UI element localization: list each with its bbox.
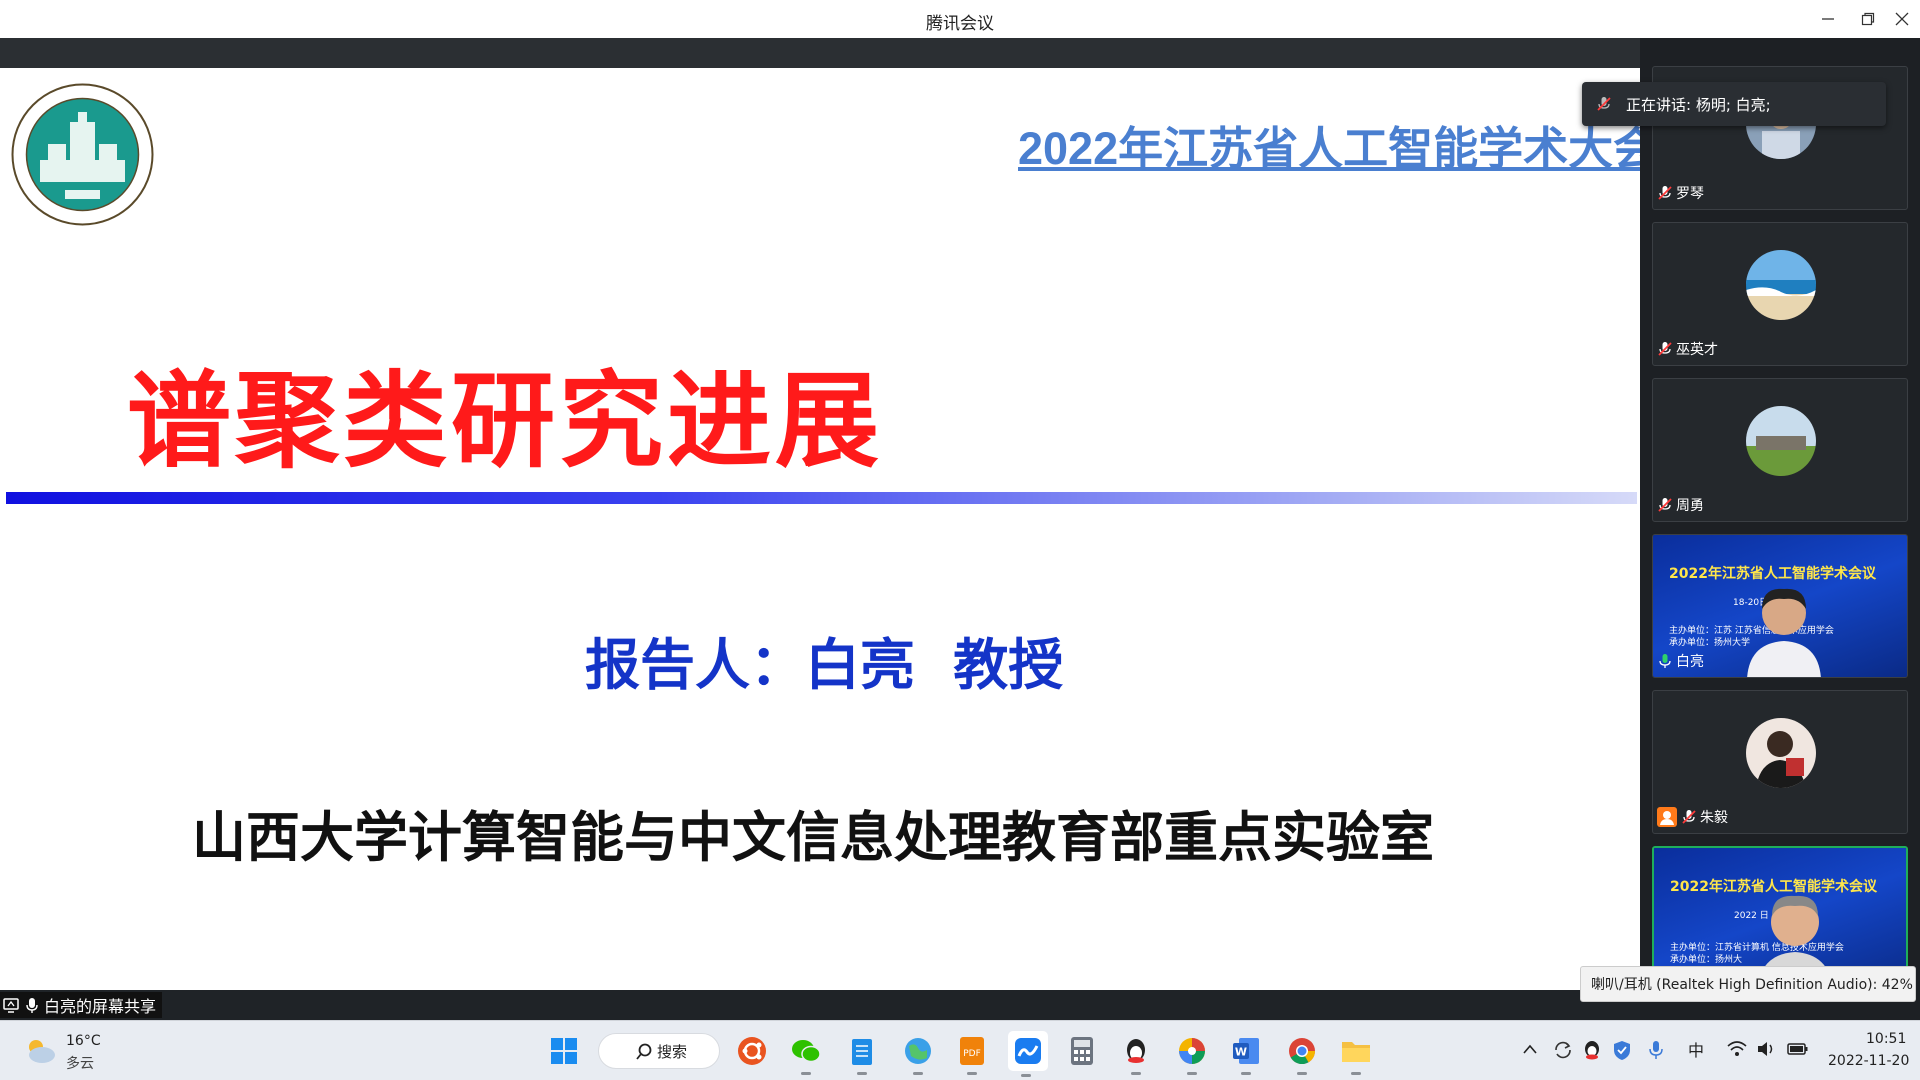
screen-share-label[interactable]: 白亮的屏幕共享 <box>0 992 163 1018</box>
microphone-tray-icon[interactable] <box>1648 1039 1664 1061</box>
speaker-person <box>1747 588 1821 677</box>
participant-panel[interactable]: 罗琴 巫英才 周勇 2022年江苏省人工智能学术会议 18-20日 主办单位：江… <box>1640 38 1920 1020</box>
taskbar-app-wechat[interactable] <box>788 1033 824 1075</box>
taskbar-app-browser[interactable] <box>900 1033 936 1075</box>
shared-slide: 2022年江苏省人工智能学术大会 谱聚类研究进展 报告人：白亮 教授 山西大学计… <box>0 68 1640 990</box>
avatar <box>1746 406 1816 476</box>
minimize-button[interactable] <box>1808 0 1848 38</box>
video-banner-host: 承办单位：扬州大学 <box>1669 638 1751 648</box>
close-icon <box>1895 12 1909 26</box>
close-button[interactable] <box>1882 0 1920 38</box>
taskbar-app-chrome[interactable] <box>1284 1033 1320 1075</box>
search-label: 搜索 <box>657 1042 688 1061</box>
start-button[interactable] <box>546 1033 582 1069</box>
participant-name-tag: 白亮 <box>1657 651 1704 671</box>
microphone-icon <box>26 998 38 1013</box>
taskbar-app-ubuntu[interactable] <box>734 1033 770 1069</box>
screen-share-label-text: 白亮的屏幕共享 <box>44 997 157 1016</box>
screen-share-icon <box>3 998 19 1013</box>
taskbar-app-word[interactable]: W <box>1228 1033 1264 1075</box>
folder-icon <box>1342 1042 1370 1062</box>
minimize-icon <box>1822 18 1834 20</box>
window-title-bar: 腾讯会议 <box>0 0 1920 38</box>
participant-name-tag: 罗琴 <box>1657 183 1704 203</box>
taskbar-app-qq[interactable] <box>1118 1033 1154 1075</box>
tencent-meeting-icon <box>1015 1038 1041 1064</box>
pdf-icon: PDF <box>960 1037 984 1065</box>
chevron-up-icon[interactable] <box>1522 1043 1538 1055</box>
meeting-area: 2022年江苏省人工智能学术大会 谱聚类研究进展 报告人：白亮 教授 山西大学计… <box>0 38 1920 1020</box>
input-method-indicator[interactable]: 中 <box>1688 1037 1704 1061</box>
wechat-icon <box>792 1040 821 1063</box>
sync-icon[interactable] <box>1552 1039 1574 1061</box>
clock-time[interactable]: 10:51 <box>1866 1031 1906 1047</box>
pinwheel-icon <box>1179 1038 1205 1064</box>
university-logo <box>11 83 154 226</box>
speaking-indicator: 正在讲话: 杨明; 白亮; <box>1582 82 1886 126</box>
weather-temperature[interactable]: 16°C <box>66 1033 101 1049</box>
share-top-strip <box>0 38 1640 68</box>
svg-text:PDF: PDF <box>963 1049 981 1059</box>
host-icon <box>1657 807 1677 827</box>
participant-name: 白亮 <box>1676 654 1704 670</box>
word-icon: W <box>1233 1038 1259 1064</box>
mic-muted-icon <box>1682 810 1696 824</box>
participant-name: 朱毅 <box>1700 810 1728 826</box>
taskbar: 16°C 多云 搜索 PDF W 中 10:51 2022-11-20 <box>0 1020 1920 1080</box>
slide-conference-header: 2022年江苏省人工智能学术大会 <box>1018 123 1640 174</box>
taskbar-app-pdf[interactable]: PDF <box>954 1033 990 1075</box>
speaking-text: 正在讲话: 杨明; 白亮; <box>1626 95 1771 114</box>
clock-date[interactable]: 2022-11-20 <box>1828 1053 1909 1069</box>
svg-text:W: W <box>1235 1046 1247 1059</box>
participant-tile[interactable]: 朱毅 <box>1652 690 1908 834</box>
slide-title: 谱聚类研究进展 <box>0 336 1640 487</box>
participant-video-tile[interactable]: 2022年江苏省人工智能学术会议 18-20日 主办单位：江苏 江苏省信息技术应… <box>1652 534 1908 678</box>
mic-active-icon <box>1659 654 1671 668</box>
search-icon <box>636 1043 652 1060</box>
mic-muted-icon <box>1597 97 1611 111</box>
taskbar-app-tencent-meeting[interactable] <box>1008 1031 1048 1077</box>
slide-gradient-rule <box>6 492 1637 504</box>
qq-tray-icon[interactable] <box>1582 1039 1602 1061</box>
slide-presenter: 报告人：白亮 教授 <box>585 633 1064 697</box>
mic-muted-icon <box>1658 342 1672 356</box>
shield-icon[interactable] <box>1612 1039 1632 1061</box>
participant-name-tag: 朱毅 <box>1657 807 1728 827</box>
taskbar-search[interactable]: 搜索 <box>598 1033 720 1069</box>
weather-description[interactable]: 多云 <box>66 1053 94 1073</box>
participant-tile[interactable]: 周勇 <box>1652 378 1908 522</box>
mic-muted-icon <box>1658 498 1672 512</box>
cloudy-weather-icon <box>29 1040 55 1063</box>
slide-title-text: 谱聚类研究进展 <box>126 360 883 482</box>
participant-name-tag: 周勇 <box>1657 495 1704 515</box>
calculator-icon <box>1071 1037 1093 1065</box>
taskbar-app-photos[interactable] <box>1174 1033 1210 1075</box>
video-banner-host: 承办单位：扬州大 <box>1670 955 1743 965</box>
battery-icon[interactable] <box>1786 1039 1810 1059</box>
windows-icon <box>551 1038 577 1064</box>
participant-name-tag: 巫英才 <box>1657 339 1718 359</box>
taskbar-app-file-explorer[interactable] <box>1338 1033 1374 1075</box>
window-title: 腾讯会议 <box>926 14 994 34</box>
volume-tooltip: 喇叭/耳机 (Realtek High Definition Audio): 4… <box>1580 966 1916 1002</box>
avatar <box>1746 250 1816 320</box>
avatar <box>1746 718 1816 788</box>
notepad-icon <box>852 1039 872 1065</box>
chrome-icon <box>1289 1038 1316 1065</box>
participant-name: 周勇 <box>1676 498 1704 514</box>
qq-icon <box>1127 1039 1145 1063</box>
slide-lab-name: 山西大学计算智能与中文信息处理教育部重点实验室 <box>192 806 1434 869</box>
participant-name: 罗琴 <box>1676 186 1704 202</box>
taskbar-app-notepad[interactable] <box>844 1033 880 1075</box>
participant-tile[interactable]: 巫英才 <box>1652 222 1908 366</box>
restore-icon <box>1861 12 1875 26</box>
wifi-icon[interactable] <box>1726 1039 1748 1059</box>
taskbar-app-calculator[interactable] <box>1064 1033 1100 1069</box>
globe-icon <box>905 1038 931 1064</box>
mic-muted-icon <box>1658 186 1672 200</box>
participant-name: 巫英才 <box>1676 342 1718 358</box>
ubuntu-icon <box>738 1037 766 1065</box>
screen-share-bar: 白亮的屏幕共享 <box>0 990 1640 1020</box>
volume-icon[interactable] <box>1756 1039 1778 1059</box>
